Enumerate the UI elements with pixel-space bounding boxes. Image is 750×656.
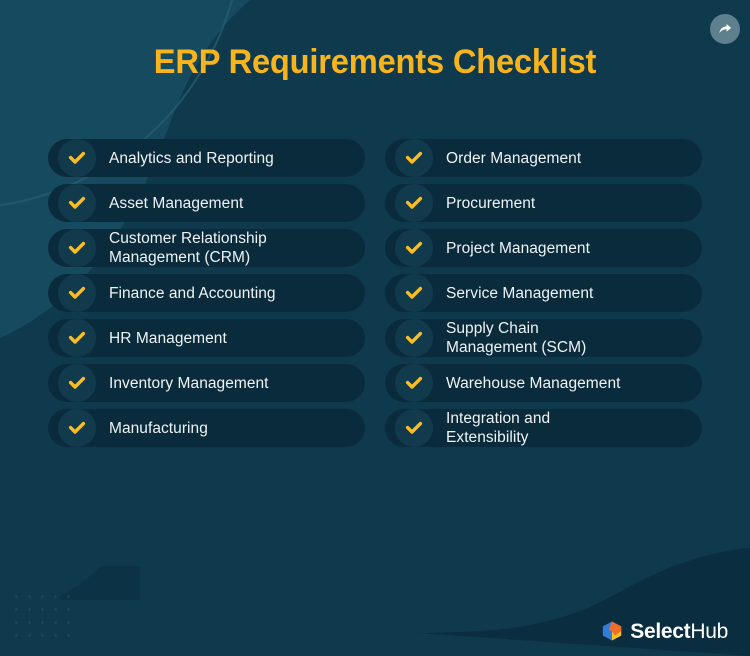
check-icon (395, 319, 433, 357)
check-icon (395, 184, 433, 222)
checklist-item-label: Asset Management (109, 194, 244, 212)
checklist-grid: Analytics and Reporting Asset Management… (48, 139, 702, 447)
checklist-column-right: Order Management Procurement Project Man… (385, 139, 702, 447)
check-icon (395, 229, 433, 267)
checklist-item-label: Customer Relationship Management (CRM) (109, 230, 267, 266)
share-button[interactable] (710, 14, 740, 44)
checklist-item[interactable]: Supply Chain Management (SCM) (385, 319, 702, 357)
selecthub-logo[interactable]: SelectHub (601, 620, 728, 642)
check-icon (395, 364, 433, 402)
checklist-item-label: Supply Chain Management (SCM) (446, 320, 587, 356)
checklist-item[interactable]: Service Management (385, 274, 702, 312)
checklist-item-label: Procurement (446, 194, 536, 212)
checklist-item[interactable]: Warehouse Management (385, 364, 702, 402)
checklist-item[interactable]: Project Management (385, 229, 702, 267)
checklist-item[interactable]: Order Management (385, 139, 702, 177)
checklist-item[interactable]: Integration and Extensibility (385, 409, 702, 447)
checklist-item-label: Service Management (446, 284, 594, 302)
checklist-item[interactable]: Inventory Management (48, 364, 365, 402)
share-arrow-icon (719, 24, 732, 34)
infographic-canvas: ERP Requirements Checklist Analytics and… (0, 0, 750, 656)
checklist-column-left: Analytics and Reporting Asset Management… (48, 139, 365, 447)
checklist-item-label: HR Management (109, 329, 227, 347)
check-icon (395, 274, 433, 312)
checklist-item[interactable]: Procurement (385, 184, 702, 222)
checklist-item-label: Manufacturing (109, 419, 208, 437)
checklist-item-label: Finance and Accounting (109, 284, 276, 302)
check-icon (395, 139, 433, 177)
checklist-item-label: Analytics and Reporting (109, 149, 274, 167)
check-icon (58, 409, 96, 447)
checklist-item-label: Integration and Extensibility (446, 410, 551, 446)
check-icon (58, 229, 96, 267)
logo-text-select: Select (630, 619, 691, 643)
checklist-item[interactable]: Analytics and Reporting (48, 139, 365, 177)
checklist-item-label: Inventory Management (109, 374, 269, 392)
selecthub-wordmark: SelectHub (630, 621, 728, 642)
check-icon (395, 409, 433, 447)
checklist-item[interactable]: HR Management (48, 319, 365, 357)
logo-text-hub: Hub (690, 619, 728, 643)
check-icon (58, 364, 96, 402)
checklist-item-label: Order Management (446, 149, 582, 167)
checklist-item-label: Project Management (446, 239, 590, 257)
dot-grid-pattern (8, 588, 70, 638)
page-title: ERP Requirements Checklist (153, 43, 597, 81)
checklist-item-label: Warehouse Management (446, 374, 621, 392)
check-icon (58, 274, 96, 312)
checklist-item[interactable]: Asset Management (48, 184, 365, 222)
bottom-left-notch-shape (60, 566, 140, 600)
check-icon (58, 139, 96, 177)
checklist-item[interactable]: Manufacturing (48, 409, 365, 447)
check-icon (58, 319, 96, 357)
checklist-item[interactable]: Customer Relationship Management (CRM) (48, 229, 365, 267)
selecthub-cube-icon (603, 621, 622, 641)
check-icon (58, 184, 96, 222)
checklist-item[interactable]: Finance and Accounting (48, 274, 365, 312)
